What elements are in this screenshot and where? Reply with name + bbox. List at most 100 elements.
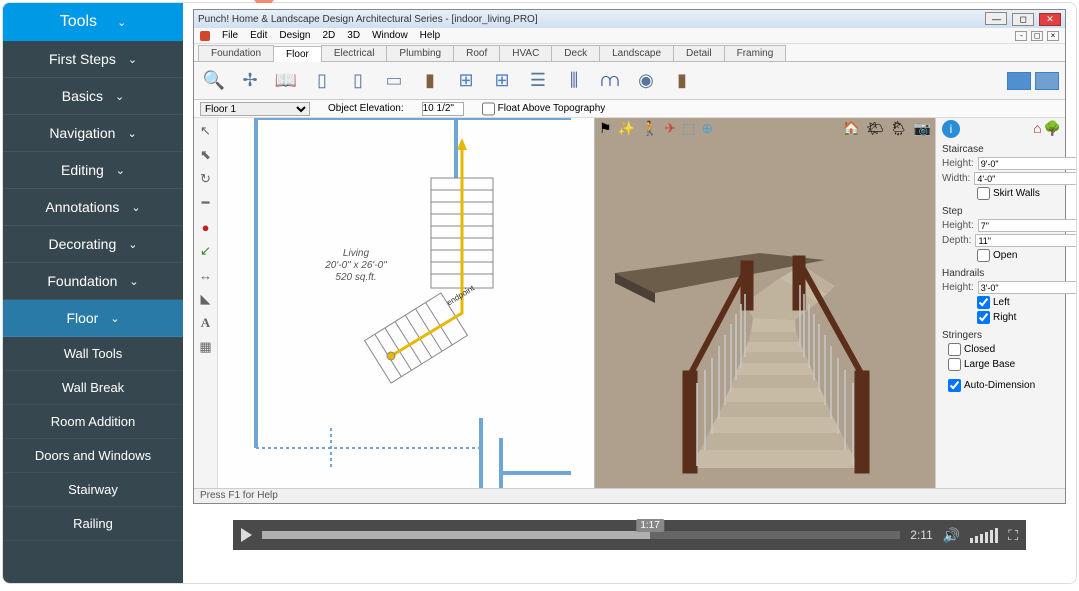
progress-handle[interactable]: 1:17 [636, 519, 663, 532]
arrow-tool-icon[interactable]: ↙ [197, 242, 215, 260]
railing-icon[interactable]: ⫼ [560, 67, 588, 95]
handrail-height-input[interactable] [978, 281, 1077, 294]
target-icon[interactable]: ⊕ [701, 120, 713, 137]
close-button[interactable]: ✕ [1039, 13, 1061, 26]
tab-electrical[interactable]: Electrical [321, 45, 388, 61]
large-base-checkbox[interactable] [948, 358, 961, 371]
house-small-icon[interactable]: ⌂ [1033, 120, 1041, 137]
camera-icon[interactable]: 📷 [914, 120, 931, 137]
menu-2d[interactable]: 2D [323, 30, 336, 41]
sidebar-item-foundation[interactable]: Foundation⌄ [3, 263, 183, 300]
sidebar-item-decorating[interactable]: Decorating⌄ [3, 226, 183, 263]
skirt-walls-checkbox[interactable] [977, 187, 990, 200]
stair-icon[interactable]: ☰ [524, 67, 552, 95]
open-checkbox[interactable] [977, 249, 990, 262]
float-topo-checkbox[interactable] [482, 102, 495, 116]
tab-foundation[interactable]: Foundation [198, 45, 274, 61]
wall-break-icon[interactable]: ▯ [344, 67, 372, 95]
zoom-icon[interactable]: 🔍 [200, 67, 228, 95]
tab-landscape[interactable]: Landscape [599, 45, 674, 61]
compass-icon[interactable]: ✢ [236, 67, 264, 95]
room-icon[interactable]: ▭ [380, 67, 408, 95]
window-icon[interactable]: ⊞ [452, 67, 480, 95]
sidebar-item-first-steps[interactable]: First Steps⌄ [3, 41, 183, 78]
menu-edit[interactable]: Edit [250, 30, 267, 41]
plan-2d-view[interactable]: Living 20'-0" x 26'-0" 520 sq.ft. [218, 118, 595, 488]
tab-framing[interactable]: Framing [724, 45, 787, 61]
menu-file[interactable]: File [222, 30, 238, 41]
view-2d-button[interactable] [1007, 72, 1031, 90]
auto-dimension-checkbox[interactable] [948, 379, 961, 392]
dimension-tool-icon[interactable]: ↔ [197, 266, 215, 284]
video-progress[interactable]: 1:17 [262, 531, 900, 539]
staircase-height-input[interactable] [978, 157, 1077, 170]
wand-icon[interactable]: ✨ [618, 120, 635, 137]
floor-select[interactable]: Floor 1 [200, 102, 310, 116]
right-checkbox[interactable] [977, 311, 990, 324]
column-icon[interactable]: ▮ [668, 67, 696, 95]
tab-roof[interactable]: Roof [453, 45, 500, 61]
closed-checkbox[interactable] [948, 343, 961, 356]
sidebar-sub-wall-break[interactable]: Wall Break [3, 371, 183, 405]
person-icon[interactable]: 🚶 [641, 120, 658, 137]
flag-icon[interactable]: ⚑ [599, 120, 612, 137]
step-depth-input[interactable] [975, 234, 1077, 247]
mdi-restore-button[interactable]: ◻ [1031, 31, 1043, 41]
menu-design[interactable]: Design [279, 30, 310, 41]
tree-icon[interactable]: 🌳 [1044, 120, 1061, 137]
maximize-button[interactable]: ◻ [1012, 13, 1034, 26]
book-icon[interactable]: 📖 [272, 67, 300, 95]
grid-tool-icon[interactable]: ▦ [197, 338, 215, 356]
wall-tool-icon[interactable]: ▯ [308, 67, 336, 95]
info-icon[interactable]: i [942, 120, 960, 138]
rotate-tool-icon[interactable]: ↻ [197, 170, 215, 188]
tab-plumbing[interactable]: Plumbing [386, 45, 454, 61]
play-button[interactable] [241, 528, 252, 542]
volume-bars[interactable] [970, 528, 998, 543]
sidebar-header[interactable]: Tools ⌄ [3, 3, 183, 41]
spiral-icon[interactable]: ◉ [632, 67, 660, 95]
sidebar-item-floor[interactable]: Floor⌄ [3, 300, 183, 337]
sidebar-item-annotations[interactable]: Annotations⌄ [3, 189, 183, 226]
volume-icon[interactable]: 🔊 [943, 527, 960, 544]
tab-floor[interactable]: Floor [273, 46, 322, 62]
tab-detail[interactable]: Detail [673, 45, 725, 61]
tab-hvac[interactable]: HVAC [499, 45, 552, 61]
left-checkbox[interactable] [977, 296, 990, 309]
staircase-width-input[interactable] [974, 172, 1077, 185]
pointer-tool-icon[interactable]: ↖ [197, 122, 215, 140]
helicopter-icon[interactable]: ✈ [664, 120, 676, 137]
window2-icon[interactable]: ⊞ [488, 67, 516, 95]
sidebar-sub-stairway[interactable]: Stairway [3, 473, 183, 507]
step-height-input[interactable] [978, 219, 1077, 232]
fullscreen-icon[interactable]: ⛶ [1008, 527, 1018, 544]
menu-help[interactable]: Help [420, 30, 441, 41]
sidebar-item-basics[interactable]: Basics⌄ [3, 78, 183, 115]
view-3d-button[interactable] [1035, 72, 1059, 90]
mdi-close-button[interactable]: × [1047, 31, 1059, 41]
view-3d[interactable]: ⚑ ✨ 🚶 ✈ ⬚ ⊕ 🏠 🌤 🌦 📷 [595, 118, 935, 488]
elevation-input[interactable] [422, 102, 464, 116]
door-icon[interactable]: ▮ [416, 67, 444, 95]
sidebar-sub-wall-tools[interactable]: Wall Tools [3, 337, 183, 371]
cube-icon[interactable]: ⬚ [682, 120, 695, 137]
line-tool-icon[interactable]: ━ [197, 194, 215, 212]
text-tool-icon[interactable]: A [197, 314, 215, 332]
sidebar-sub-room-addition[interactable]: Room Addition [3, 405, 183, 439]
sidebar-sub-railing[interactable]: Railing [3, 507, 183, 541]
curtain-icon[interactable]: ⩋ [596, 67, 624, 95]
dot-tool-icon[interactable]: ● [197, 218, 215, 236]
angle-tool-icon[interactable]: ◣ [197, 290, 215, 308]
mdi-minimize-button[interactable]: - [1015, 31, 1027, 41]
menu-window[interactable]: Window [372, 30, 408, 41]
menu-3d[interactable]: 3D [347, 30, 360, 41]
house-icon[interactable]: 🏠 [843, 120, 860, 137]
sidebar-item-editing[interactable]: Editing⌄ [3, 152, 183, 189]
weather-icon[interactable]: 🌦 [890, 120, 908, 137]
sidebar-item-navigation[interactable]: Navigation⌄ [3, 115, 183, 152]
tab-deck[interactable]: Deck [551, 45, 600, 61]
sidebar-sub-doors-windows[interactable]: Doors and Windows [3, 439, 183, 473]
sun-icon[interactable]: 🌤 [866, 120, 884, 137]
pointer2-tool-icon[interactable]: ⬉ [197, 146, 215, 164]
minimize-button[interactable]: — [985, 12, 1007, 25]
